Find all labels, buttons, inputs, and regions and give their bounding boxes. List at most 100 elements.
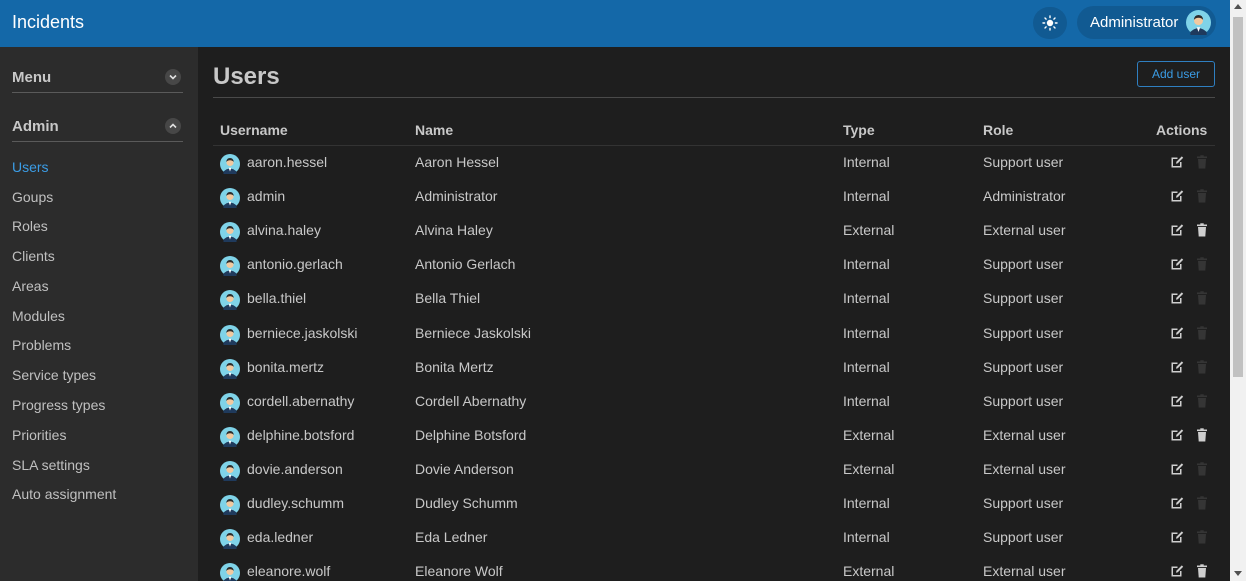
sidebar-item-problems[interactable]: Problems xyxy=(12,337,71,353)
edit-icon[interactable] xyxy=(1169,256,1185,272)
user-avatar-icon xyxy=(220,426,240,452)
cell-username[interactable]: dovie.anderson xyxy=(247,461,343,477)
cell-role: Support user xyxy=(983,154,1064,170)
cell-type: Internal xyxy=(843,358,890,375)
cell-username[interactable]: admin xyxy=(247,188,285,204)
cell-name: Alvina Haley xyxy=(415,222,493,239)
edit-icon[interactable] xyxy=(1169,325,1185,341)
admin-section-label: Admin xyxy=(12,118,59,135)
cell-name: Delphine Botsford xyxy=(415,426,527,443)
user-avatar-icon xyxy=(220,154,240,179)
table-row: bonita.mertz Bonita Mertz Internal Support … xyxy=(213,351,1215,385)
table-row: eleanore.wolf Eleanore Wolf External Extern… xyxy=(213,555,1215,581)
cell-name: Dovie Anderson xyxy=(415,460,514,477)
edit-icon[interactable] xyxy=(1169,359,1185,375)
edit-icon[interactable] xyxy=(1169,154,1185,170)
cell-name: Eda Ledner xyxy=(415,529,488,546)
table-row: bella.thiel Bella Thiel Internal Support us… xyxy=(213,282,1215,316)
scrollbar-thumb[interactable] xyxy=(1233,17,1243,377)
cell-name: Cordell Abernathy xyxy=(415,392,527,409)
edit-icon[interactable] xyxy=(1169,495,1185,511)
cell-type: Internal xyxy=(843,495,890,511)
edit-icon[interactable] xyxy=(1169,393,1185,409)
cell-type: External xyxy=(843,563,895,580)
trash-icon[interactable] xyxy=(1194,427,1210,443)
admin-section-header[interactable]: Admin xyxy=(12,112,183,142)
sidebar-item-auto-assignment[interactable]: Auto assignment xyxy=(12,486,116,502)
cell-name: Antonio Gerlach xyxy=(415,256,516,273)
cell-username[interactable]: berniece.jaskolski xyxy=(247,325,358,341)
app-title[interactable]: Incidents xyxy=(12,12,84,33)
cell-username[interactable]: dudley.schumm xyxy=(247,495,344,511)
cell-username[interactable]: eda.ledner xyxy=(247,529,313,545)
cell-type: External xyxy=(843,222,895,239)
sidebar-item-clients[interactable]: Clients xyxy=(12,248,55,264)
cell-name: Berniece Jaskolski xyxy=(415,324,531,341)
cell-role: Support user xyxy=(983,392,1064,409)
table-row: delphine.botsford Delphine Botsford Extern… xyxy=(213,419,1215,453)
table-row: berniece.jaskolski Berniece Jaskolski Inte… xyxy=(213,317,1215,351)
cell-role: Administrator xyxy=(983,188,1066,205)
sidebar-item-goups[interactable]: Goups xyxy=(12,189,53,205)
cell-username[interactable]: cordell.abernathy xyxy=(247,393,354,409)
edit-icon[interactable] xyxy=(1169,563,1185,579)
chevron-up-icon[interactable] xyxy=(165,118,181,134)
add-user-button[interactable]: Add user xyxy=(1137,61,1215,87)
trash-icon[interactable] xyxy=(1194,563,1210,579)
trash-icon xyxy=(1194,461,1210,477)
cell-username[interactable]: delphine.botsford xyxy=(247,427,354,443)
sidebar-item-progress-types[interactable]: Progress types xyxy=(12,397,105,413)
scroll-up-arrow-icon[interactable] xyxy=(1234,4,1242,9)
column-header-actions: Actions xyxy=(1156,122,1208,138)
cell-username[interactable]: eleanore.wolf xyxy=(247,563,330,579)
sidebar-item-service-types[interactable]: Service types xyxy=(12,367,96,383)
cell-name: Bella Thiel xyxy=(415,290,481,307)
scroll-down-arrow-icon[interactable] xyxy=(1234,571,1242,576)
cell-role: Support user xyxy=(983,256,1064,273)
cell-username[interactable]: aaron.hessel xyxy=(247,154,327,170)
cell-type: Internal xyxy=(843,392,890,409)
trash-icon xyxy=(1194,393,1210,409)
user-avatar-icon xyxy=(220,324,240,350)
column-header-name[interactable]: Name xyxy=(415,122,453,138)
column-header-type[interactable]: Type xyxy=(843,122,875,138)
cell-role: Support user xyxy=(983,358,1064,375)
cell-username[interactable]: bella.thiel xyxy=(247,290,306,306)
sidebar-item-priorities[interactable]: Priorities xyxy=(12,427,66,443)
trash-icon xyxy=(1194,290,1210,306)
cell-type: Internal xyxy=(843,324,890,341)
sidebar-item-areas[interactable]: Areas xyxy=(12,278,49,294)
user-menu-button[interactable]: Administrator xyxy=(1077,6,1216,39)
column-header-username[interactable]: Username xyxy=(220,122,288,138)
edit-icon[interactable] xyxy=(1169,529,1185,545)
cell-username[interactable]: alvina.haley xyxy=(247,222,321,238)
cell-type: Internal xyxy=(843,529,890,546)
menu-section-header[interactable]: Menu xyxy=(12,63,183,93)
sidebar-item-users[interactable]: Users xyxy=(12,159,49,175)
column-header-role[interactable]: Role xyxy=(983,122,1013,138)
edit-icon[interactable] xyxy=(1169,427,1185,443)
cell-role: Support user xyxy=(983,290,1064,307)
table-row: dudley.schumm Dudley Schumm Internal Suppor… xyxy=(213,487,1215,521)
sidebar-item-modules[interactable]: Modules xyxy=(12,308,65,324)
sidebar-item-sla-settings[interactable]: SLA settings xyxy=(12,457,90,473)
cell-name: Eleanore Wolf xyxy=(415,563,503,580)
cell-name: Administrator xyxy=(415,188,498,205)
cell-type: Internal xyxy=(843,154,890,170)
cell-username[interactable]: antonio.gerlach xyxy=(247,256,343,272)
edit-icon[interactable] xyxy=(1169,461,1185,477)
chevron-down-icon[interactable] xyxy=(165,69,181,85)
edit-icon[interactable] xyxy=(1169,222,1185,238)
theme-toggle-button[interactable] xyxy=(1033,7,1067,39)
cell-username[interactable]: bonita.mertz xyxy=(247,359,324,375)
user-avatar-icon xyxy=(220,529,240,554)
cell-name: Dudley Schumm xyxy=(415,495,518,511)
user-avatar-icon xyxy=(220,222,240,247)
sidebar-item-roles[interactable]: Roles xyxy=(12,218,48,234)
user-avatar-icon xyxy=(220,460,240,486)
cell-type: External xyxy=(843,460,895,477)
edit-icon[interactable] xyxy=(1169,290,1185,306)
trash-icon[interactable] xyxy=(1194,222,1210,238)
page-title: Users xyxy=(213,63,280,90)
edit-icon[interactable] xyxy=(1169,188,1185,204)
